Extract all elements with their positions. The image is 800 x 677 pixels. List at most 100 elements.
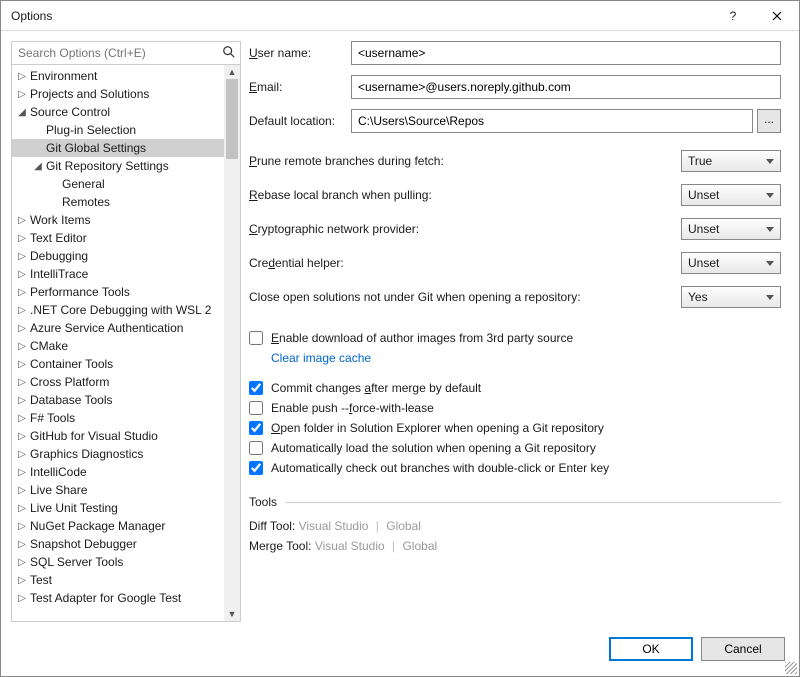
- chevron-right-icon[interactable]: ▷: [16, 323, 28, 334]
- chevron-right-icon[interactable]: ▷: [16, 431, 28, 442]
- tree-item[interactable]: ▷Test: [12, 571, 224, 589]
- diff-tool-global-option[interactable]: Global: [386, 519, 421, 533]
- tree-item[interactable]: ▷Text Editor: [12, 229, 224, 247]
- chevron-right-icon[interactable]: ▷: [16, 359, 28, 370]
- tree-scrollbar[interactable]: ▲ ▼: [224, 65, 240, 621]
- scroll-up-icon[interactable]: ▲: [224, 65, 240, 79]
- username-input[interactable]: [351, 41, 781, 65]
- tree-item[interactable]: ▷IntelliCode: [12, 463, 224, 481]
- tree-item[interactable]: ▷IntelliTrace: [12, 265, 224, 283]
- tree-item[interactable]: ▷Work Items: [12, 211, 224, 229]
- chevron-right-icon[interactable]: ▷: [16, 467, 28, 478]
- chevron-right-icon[interactable]: ▷: [16, 539, 28, 550]
- tree-item[interactable]: General: [12, 175, 224, 193]
- auto-checkout-checkbox[interactable]: [249, 461, 263, 475]
- tree-item-label: Git Repository Settings: [46, 159, 169, 173]
- tree-item[interactable]: Plug-in Selection: [12, 121, 224, 139]
- options-tree[interactable]: ▷Environment▷Projects and Solutions◢Sour…: [12, 65, 224, 621]
- tree-item[interactable]: ▷Container Tools: [12, 355, 224, 373]
- chevron-down-icon[interactable]: ◢: [16, 107, 28, 118]
- tree-item[interactable]: ▷Environment: [12, 67, 224, 85]
- tree-item-label: Azure Service Authentication: [30, 321, 183, 335]
- chevron-right-icon[interactable]: ▷: [16, 305, 28, 316]
- tree-item[interactable]: ▷Performance Tools: [12, 283, 224, 301]
- chevron-right-icon[interactable]: ▷: [16, 557, 28, 568]
- tree-item[interactable]: ◢Source Control: [12, 103, 224, 121]
- chevron-right-icon[interactable]: ▷: [16, 341, 28, 352]
- tree-item-label: Text Editor: [30, 231, 87, 245]
- tree-item[interactable]: ▷Debugging: [12, 247, 224, 265]
- chevron-right-icon[interactable]: ▷: [16, 251, 28, 262]
- force-with-lease-checkbox[interactable]: [249, 401, 263, 415]
- close-button[interactable]: [755, 1, 799, 31]
- scroll-down-icon[interactable]: ▼: [224, 607, 240, 621]
- chevron-right-icon[interactable]: ▷: [16, 413, 28, 424]
- merge-tool-label: Merge Tool:: [249, 539, 311, 553]
- chevron-right-icon[interactable]: ▷: [16, 71, 28, 82]
- cred-dropdown[interactable]: Unset: [681, 252, 781, 274]
- tree-item[interactable]: Git Global Settings: [12, 139, 224, 157]
- tree-item-label: Container Tools: [30, 357, 113, 371]
- chevron-down-icon[interactable]: ◢: [32, 161, 44, 172]
- merge-tool-global-option[interactable]: Global: [402, 539, 437, 553]
- chevron-right-icon[interactable]: ▷: [16, 89, 28, 100]
- chevron-right-icon[interactable]: ▷: [16, 521, 28, 532]
- browse-button[interactable]: ...: [757, 109, 781, 133]
- enable-download-checkbox[interactable]: [249, 331, 263, 345]
- chevron-right-icon[interactable]: ▷: [16, 485, 28, 496]
- tree-item[interactable]: ▷Projects and Solutions: [12, 85, 224, 103]
- options-dialog: Options ? ▷Environment▷Projects and Solu…: [0, 0, 800, 677]
- crypto-dropdown[interactable]: Unset: [681, 218, 781, 240]
- open-folder-checkbox[interactable]: [249, 421, 263, 435]
- rebase-dropdown[interactable]: Unset: [681, 184, 781, 206]
- chevron-right-icon[interactable]: ▷: [16, 593, 28, 604]
- chevron-right-icon[interactable]: ▷: [16, 377, 28, 388]
- tree-item[interactable]: ▷Graphics Diagnostics: [12, 445, 224, 463]
- tree-item[interactable]: ▷Database Tools: [12, 391, 224, 409]
- tree-item[interactable]: ▷Snapshot Debugger: [12, 535, 224, 553]
- chevron-right-icon[interactable]: ▷: [16, 575, 28, 586]
- email-input[interactable]: [351, 75, 781, 99]
- tree-item[interactable]: ▷SQL Server Tools: [12, 553, 224, 571]
- tree-item[interactable]: ▷GitHub for Visual Studio: [12, 427, 224, 445]
- diff-tool-vs-option[interactable]: Visual Studio: [299, 519, 369, 533]
- chevron-right-icon[interactable]: ▷: [16, 449, 28, 460]
- auto-load-checkbox[interactable]: [249, 441, 263, 455]
- chevron-right-icon[interactable]: ▷: [16, 395, 28, 406]
- tree-item[interactable]: ▷Live Unit Testing: [12, 499, 224, 517]
- commit-after-merge-checkbox[interactable]: [249, 381, 263, 395]
- tree-item-label: GitHub for Visual Studio: [30, 429, 158, 443]
- chevron-right-icon[interactable]: ▷: [16, 215, 28, 226]
- chevron-right-icon[interactable]: ▷: [16, 233, 28, 244]
- prune-dropdown[interactable]: True: [681, 150, 781, 172]
- tree-item[interactable]: ▷NuGet Package Manager: [12, 517, 224, 535]
- scrollbar-thumb[interactable]: [226, 79, 238, 159]
- chevron-right-icon[interactable]: ▷: [16, 287, 28, 298]
- tree-item[interactable]: ▷CMake: [12, 337, 224, 355]
- merge-tool-vs-option[interactable]: Visual Studio: [315, 539, 385, 553]
- chevron-right-icon[interactable]: ▷: [16, 503, 28, 514]
- closeopen-dropdown[interactable]: Yes: [681, 286, 781, 308]
- cancel-button[interactable]: Cancel: [701, 637, 785, 661]
- diff-tool-row: Diff Tool: Visual Studio | Global: [249, 519, 781, 533]
- search-input[interactable]: [12, 42, 240, 64]
- resize-grip-icon[interactable]: [785, 662, 797, 674]
- tree-item-label: Live Share: [30, 483, 87, 497]
- tree-item[interactable]: Remotes: [12, 193, 224, 211]
- auto-load-label: Automatically load the solution when ope…: [271, 441, 596, 455]
- merge-tool-row: Merge Tool: Visual Studio | Global: [249, 539, 781, 553]
- tree-item-label: Projects and Solutions: [30, 87, 149, 101]
- tree-item[interactable]: ▷Cross Platform: [12, 373, 224, 391]
- help-button[interactable]: ?: [711, 1, 755, 31]
- tree-item[interactable]: ▷Azure Service Authentication: [12, 319, 224, 337]
- chevron-right-icon[interactable]: ▷: [16, 269, 28, 280]
- tree-item[interactable]: ▷Live Share: [12, 481, 224, 499]
- prune-label: Prune remote branches during fetch:: [249, 154, 681, 168]
- tree-item[interactable]: ▷F# Tools: [12, 409, 224, 427]
- clear-image-cache-link[interactable]: Clear image cache: [271, 351, 371, 365]
- ok-button[interactable]: OK: [609, 637, 693, 661]
- tree-item[interactable]: ▷.NET Core Debugging with WSL 2: [12, 301, 224, 319]
- tree-item[interactable]: ◢Git Repository Settings: [12, 157, 224, 175]
- tree-item[interactable]: ▷Test Adapter for Google Test: [12, 589, 224, 607]
- location-input[interactable]: [351, 109, 753, 133]
